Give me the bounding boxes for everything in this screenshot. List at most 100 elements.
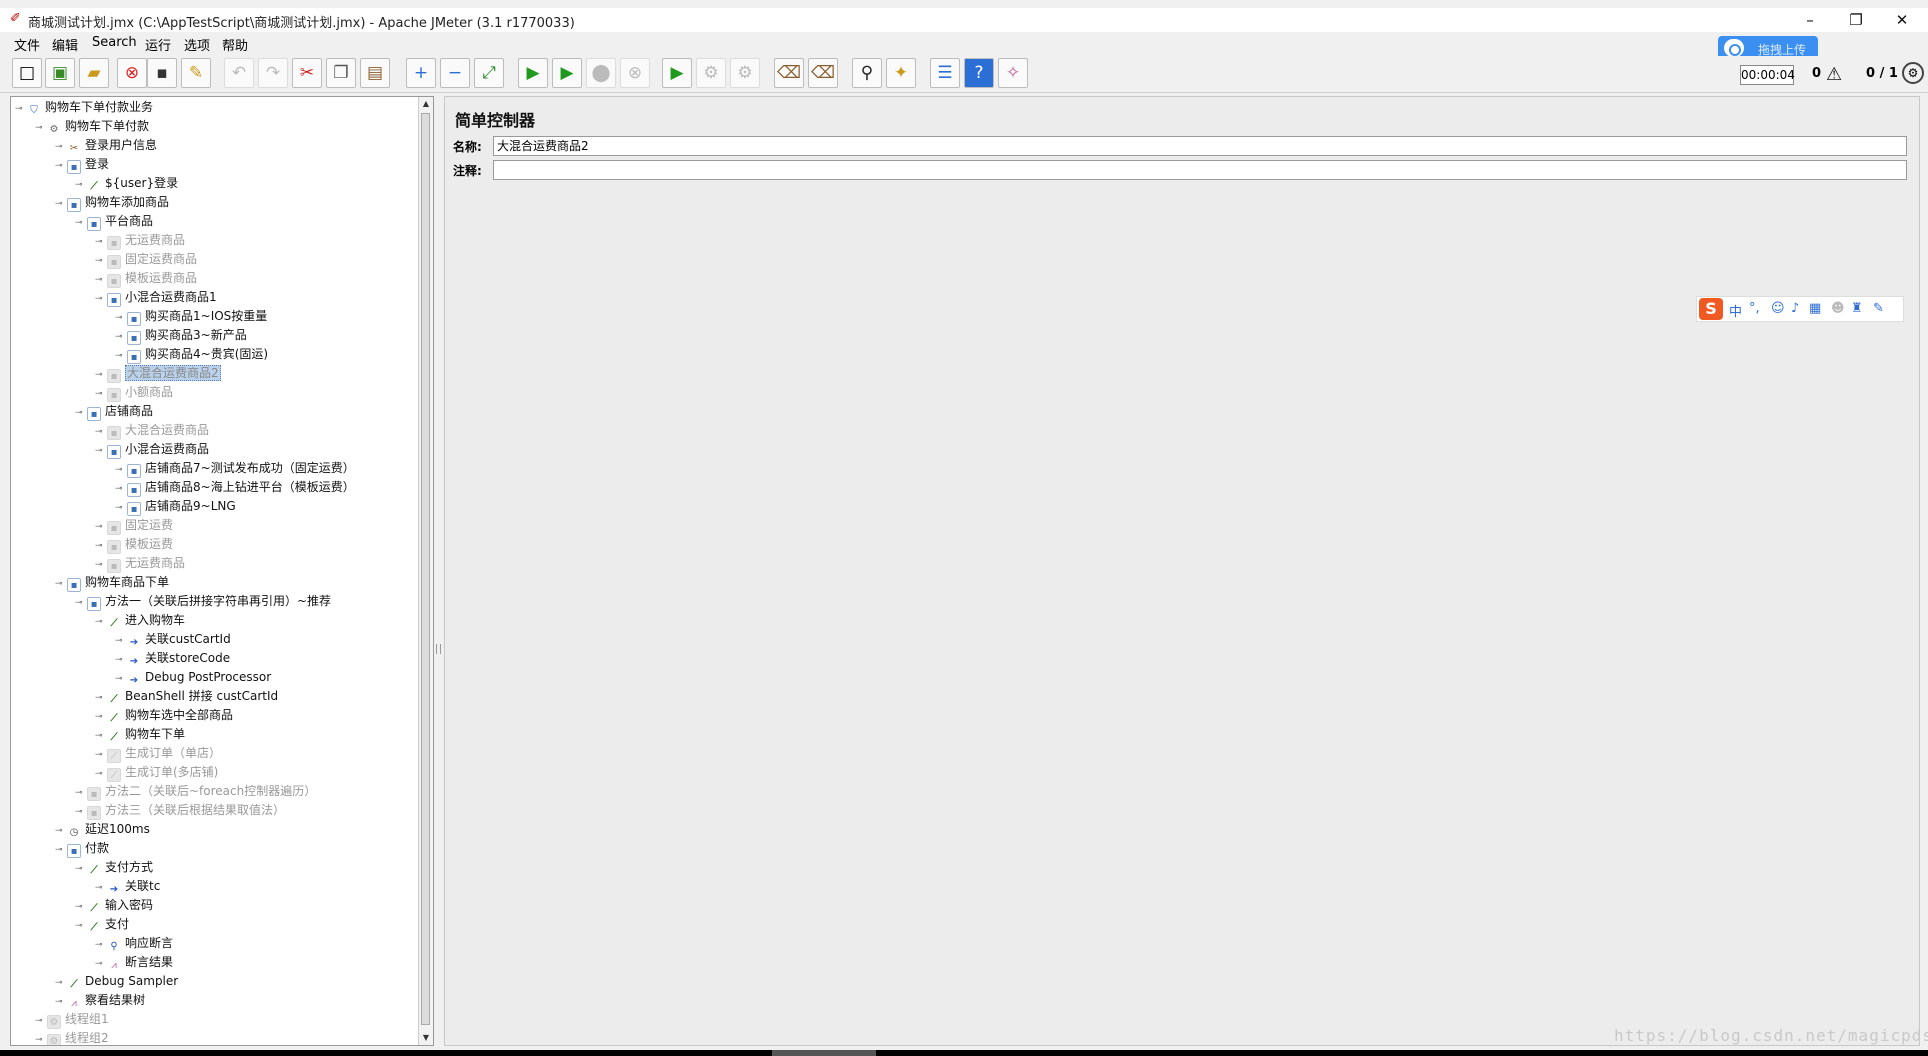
tree-node[interactable]: ⊸ ➔ 关联storeCode bbox=[115, 649, 230, 668]
tree-toggle-icon[interactable]: ⊸ bbox=[55, 841, 63, 860]
tree-node[interactable]: ⊸ ▪ 店铺商品7~测试发布成功（固定运费） bbox=[115, 459, 355, 478]
tree-node[interactable]: ⊸ ⚙ 线程组2 bbox=[35, 1029, 109, 1045]
tree-node[interactable]: ⊸ ⚲ 响应断言 bbox=[95, 934, 173, 953]
tree-node[interactable]: ⊸ ⟋ 购物车下单 bbox=[95, 725, 185, 744]
redo-icon[interactable]: ↷ bbox=[258, 58, 288, 88]
reset-search-icon[interactable]: ✦ bbox=[886, 58, 916, 88]
collapse-all-icon[interactable]: − bbox=[440, 58, 470, 88]
tree-node[interactable]: ⊸ ➔ 关联tc bbox=[95, 877, 160, 896]
maximize-button[interactable]: ❐ bbox=[1834, 8, 1878, 32]
tree-node[interactable]: ⊸ ▪ 无运费商品 bbox=[95, 554, 185, 573]
tree-node[interactable]: ⊸ ▪ 小混合运费商品 bbox=[95, 440, 209, 459]
tree-toggle-icon[interactable]: ⊸ bbox=[55, 195, 63, 214]
tree-node[interactable]: ⊸ ▪ 购物车商品下单 bbox=[55, 573, 169, 592]
start-icon[interactable]: ▶ bbox=[518, 58, 548, 88]
tree-toggle-icon[interactable]: ⊸ bbox=[95, 613, 103, 632]
toggle-icon[interactable]: ⤢ bbox=[474, 58, 504, 88]
tree-node[interactable]: ⊸ ▪ 模板运费商品 bbox=[95, 269, 197, 288]
tree-node[interactable]: ⊸ ⚙ 购物车下单付款 bbox=[35, 117, 149, 136]
tree-node[interactable]: ⊸ ⟋ 生成订单(多店铺) bbox=[95, 763, 218, 782]
warning-icon[interactable]: ⚠ bbox=[1826, 64, 1842, 85]
taskbar-item[interactable] bbox=[772, 1050, 876, 1056]
tree-toggle-icon[interactable]: ⊸ bbox=[55, 157, 63, 176]
name-input[interactable]: 大混合运费商品2 bbox=[493, 136, 1907, 156]
tree-toggle-icon[interactable]: ⊸ bbox=[75, 917, 83, 936]
remote-start-icon[interactable]: ▶ bbox=[662, 58, 692, 88]
tree-node[interactable]: ⊸ ⩘ 察看结果树 bbox=[55, 991, 145, 1010]
remote-shutdown-icon[interactable]: ⚙ bbox=[730, 58, 760, 88]
sogou-logo[interactable]: S bbox=[1699, 298, 1723, 320]
paste-icon[interactable]: ▤ bbox=[360, 58, 390, 88]
menu-edit[interactable]: 编辑 bbox=[52, 35, 78, 54]
tree-node[interactable]: ⊸ ▪ 购买商品3~新产品 bbox=[115, 326, 247, 345]
tree-node[interactable]: ⊸ ▪ 无运费商品 bbox=[95, 231, 185, 250]
tree-toggle-icon[interactable]: ⊸ bbox=[75, 214, 83, 233]
search-icon[interactable]: ⚲ bbox=[852, 58, 882, 88]
tree-node[interactable]: ⊸ ▪ 购物车添加商品 bbox=[55, 193, 169, 212]
tree-node[interactable]: ⊸ ▪ 模板运费 bbox=[95, 535, 173, 554]
scroll-up-icon[interactable]: ▲ bbox=[419, 97, 433, 111]
tree-node[interactable]: ⊸ ⟋ BeanShell 拼接 custCartId bbox=[95, 687, 278, 706]
stop-icon[interactable]: ⬤ bbox=[586, 58, 616, 88]
tree-node[interactable]: ⊸ ⛉ 购物车下单付款业务 bbox=[15, 98, 153, 117]
tree-node[interactable]: ⊸ ▪ 大混合运费商品 bbox=[95, 421, 209, 440]
clear-icon[interactable]: ⌫ bbox=[774, 58, 804, 88]
remote-engines-icon[interactable]: ⚙ bbox=[1902, 62, 1924, 84]
tree-node[interactable]: ⊸ ➔ 关联custCartId bbox=[115, 630, 231, 649]
templates-icon[interactable]: ▣ bbox=[45, 58, 75, 88]
scroll-thumb[interactable] bbox=[421, 113, 430, 1025]
tree-toggle-icon[interactable]: ⊸ bbox=[95, 442, 103, 461]
close-file-icon[interactable]: ⊗ bbox=[117, 58, 147, 88]
close-button[interactable]: ✕ bbox=[1880, 8, 1924, 32]
tree-toggle-icon[interactable]: ⊸ bbox=[75, 860, 83, 879]
tree-node[interactable]: ⊸ ▪ 固定运费商品 bbox=[95, 250, 197, 269]
tree-toggle-icon[interactable]: ⊸ bbox=[75, 404, 83, 423]
tree-node[interactable]: ⊸ ⟋ 支付 bbox=[75, 915, 129, 934]
tree-node[interactable]: ⊸ ▪ 付款 bbox=[55, 839, 109, 858]
tree-node[interactable]: ⊸ ➔ Debug PostProcessor bbox=[115, 668, 271, 687]
tree-node[interactable]: ⊸ ▪ 店铺商品9~LNG bbox=[115, 497, 236, 516]
user-icon[interactable]: ☻ bbox=[1831, 301, 1845, 316]
tree-node[interactable]: ⊸ ▪ 方法三（关联后根据结果取值法） bbox=[75, 801, 285, 820]
tree-node[interactable]: ⊸ ⟋ 输入密码 bbox=[75, 896, 153, 915]
tree-node[interactable]: ⊸ ▪ 店铺商品 bbox=[75, 402, 153, 421]
tree-node[interactable]: ⊸ ⟋ Debug Sampler bbox=[55, 972, 178, 991]
emoji-icon[interactable]: ☺ bbox=[1771, 301, 1785, 316]
function-helper-icon[interactable]: ☰ bbox=[930, 58, 960, 88]
tree-node[interactable]: ⊸ ▪ 平台商品 bbox=[75, 212, 153, 231]
clear-all-icon[interactable]: ⌫ bbox=[808, 58, 838, 88]
menu-file[interactable]: 文件 bbox=[14, 35, 40, 54]
tree-scrollbar[interactable]: ▲ ▼ bbox=[418, 97, 433, 1045]
menu-run[interactable]: 运行 bbox=[145, 35, 171, 54]
tree-toggle-icon[interactable]: ⊸ bbox=[35, 119, 43, 138]
tree-node[interactable]: ⊸ ⟋ 生成订单（单店） bbox=[95, 744, 221, 763]
tree-node[interactable]: ⊸ ▪ 购买商品4~贵宾(固运) bbox=[115, 345, 268, 364]
cut-icon[interactable]: ✂ bbox=[292, 58, 322, 88]
tree-node[interactable]: ⊸ ⩘ 断言结果 bbox=[95, 953, 173, 972]
start-no-pauses-icon[interactable]: ▶ bbox=[552, 58, 582, 88]
split-divider[interactable] bbox=[434, 96, 442, 1046]
punctuation-icon[interactable]: °, bbox=[1749, 301, 1760, 316]
undo-icon[interactable]: ↶ bbox=[224, 58, 254, 88]
copy-icon[interactable]: ❐ bbox=[326, 58, 356, 88]
tree-node[interactable]: ⊸ ▪ 方法二（关联后~foreach控制器遍历） bbox=[75, 782, 316, 801]
expand-all-icon[interactable]: + bbox=[406, 58, 436, 88]
tree-node[interactable]: ⊸ ⟋ ${user}登录 bbox=[75, 174, 178, 193]
tree-node[interactable]: ⊸ ▪ 小混合运费商品1 bbox=[95, 288, 217, 307]
microphone-icon[interactable]: ♪ bbox=[1791, 301, 1799, 316]
tree-node[interactable]: ⊸ ⟋ 购物车选中全部商品 bbox=[95, 706, 233, 725]
tree-node[interactable]: ⊸ ▪ 小额商品 bbox=[95, 383, 173, 402]
save-as-icon[interactable]: ✎ bbox=[181, 58, 211, 88]
comment-input[interactable] bbox=[493, 160, 1907, 180]
tree-node[interactable]: ⊸ ▪ 登录 bbox=[55, 155, 109, 174]
tree-node[interactable]: ⊸ ◷ 延迟100ms bbox=[55, 820, 150, 839]
tree-toggle-icon[interactable]: ⊸ bbox=[95, 290, 103, 309]
tree-node[interactable]: ⊸ ⟋ 进入购物车 bbox=[95, 611, 185, 630]
shutdown-icon[interactable]: ⊗ bbox=[620, 58, 650, 88]
scroll-down-icon[interactable]: ▼ bbox=[419, 1031, 433, 1045]
tree-toggle-icon[interactable]: ⊸ bbox=[55, 575, 63, 594]
menu-search[interactable]: Search bbox=[92, 35, 137, 50]
ime-mode[interactable]: 中 bbox=[1729, 301, 1742, 320]
tree-node[interactable]: ⊸ ▪ 购买商品1~IOS按重量 bbox=[115, 307, 267, 326]
skin-icon[interactable]: ♜ bbox=[1851, 301, 1863, 316]
